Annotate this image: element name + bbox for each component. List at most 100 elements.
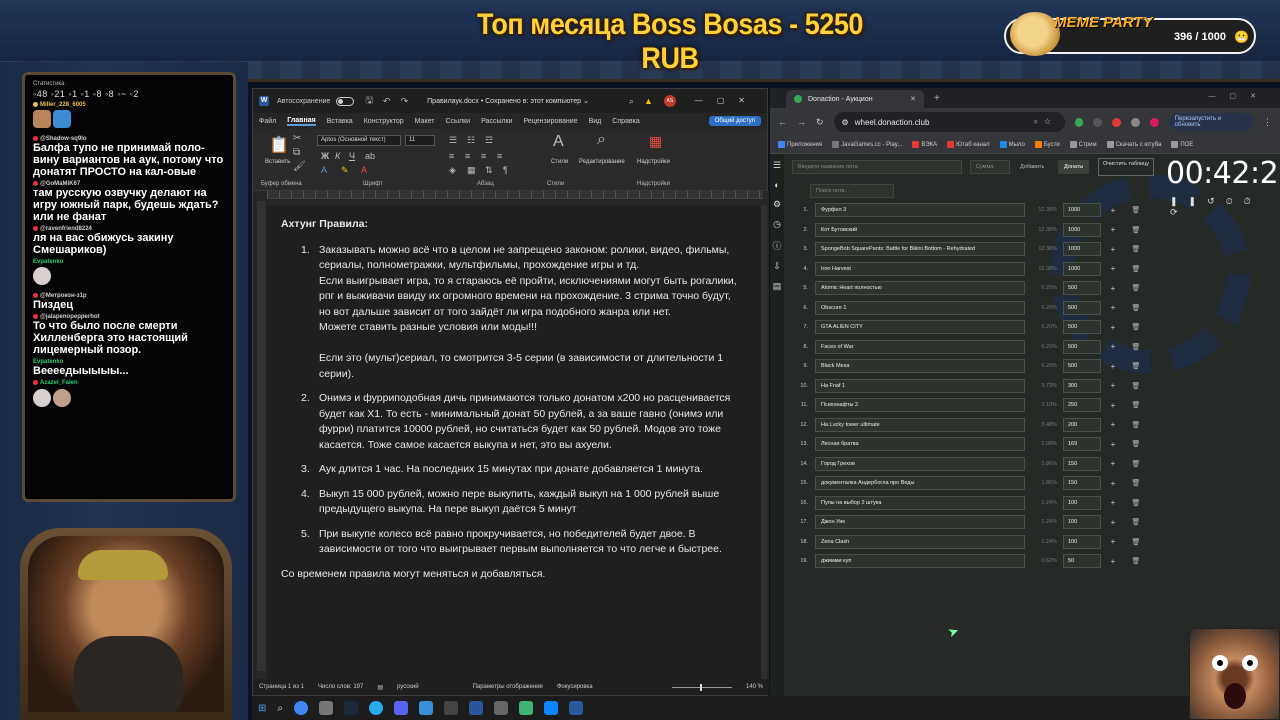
proofing-icon[interactable]: ▤ [377, 684, 383, 691]
delete-lot-icon[interactable]: 🗑 [1129, 362, 1143, 370]
lot-amount-field[interactable]: 200 [1063, 417, 1101, 432]
add-amount-icon[interactable]: + [1105, 362, 1121, 371]
lot-name-field[interactable]: Фурфел 3 [815, 203, 1025, 217]
profile-avatar[interactable] [1149, 117, 1159, 127]
lot-amount-field[interactable]: 1000 [1063, 261, 1101, 276]
list-icon[interactable]: ☰ [770, 160, 784, 171]
copy-icon[interactable]: ⧉ [293, 147, 300, 158]
download-icon[interactable]: ⇩ [770, 261, 784, 272]
lot-name-field[interactable]: Психонафты 2 [815, 398, 1025, 412]
lot-amount-field[interactable]: 500 [1063, 281, 1101, 295]
forward-icon[interactable]: → [797, 117, 806, 127]
horizontal-ruler[interactable] [267, 191, 763, 199]
app-icon[interactable] [494, 701, 508, 715]
bookmark-item[interactable]: Приложения [778, 140, 822, 148]
justify-icon[interactable]: ≡ [497, 151, 502, 161]
lot-amount-field[interactable]: 1000 [1063, 203, 1101, 217]
delete-lot-icon[interactable]: 🗑 [1129, 265, 1143, 273]
lot-amount-input[interactable]: Сумма [970, 160, 1010, 174]
lot-name-input[interactable]: Введите название лота [792, 160, 962, 174]
delete-lot-icon[interactable]: 🗑 [1129, 343, 1143, 351]
document-title[interactable]: Правилаук.docx • Сохранено в: этот компь… [427, 97, 589, 105]
underline-icon[interactable]: Ч [349, 151, 355, 161]
app-icon[interactable] [319, 701, 333, 715]
lot-amount-field[interactable]: 169 [1063, 437, 1101, 451]
lot-name-field[interactable]: На Lucky tower ultimate [815, 417, 1025, 432]
address-bar[interactable]: ⚙ wheel.donaction.club ⌕☆ [833, 112, 1065, 132]
lot-amount-field[interactable]: 300 [1063, 378, 1101, 393]
lot-name-field[interactable]: GTA ALIEN CITY [815, 320, 1025, 334]
lot-name-field[interactable]: Город Грехов [815, 456, 1025, 471]
vertical-ruler[interactable] [257, 201, 265, 671]
delete-lot-icon[interactable]: 🗑 [1129, 499, 1143, 507]
lot-amount-field[interactable]: 50 [1063, 554, 1101, 568]
status-word-count[interactable]: Число слов: 197 [318, 684, 363, 690]
add-amount-icon[interactable]: + [1105, 264, 1121, 273]
font-effects-icon[interactable]: A [321, 165, 327, 175]
delete-lot-icon[interactable]: 🗑 [1129, 206, 1143, 214]
calendar-icon[interactable]: ▤ [770, 281, 784, 292]
donates-button[interactable]: Донаты [1058, 160, 1090, 174]
lot-name-field[interactable]: документалка Андербогла про Веды [815, 476, 1025, 490]
editing-search-icon[interactable]: ⌕ [597, 131, 606, 149]
extension-icon[interactable] [1112, 117, 1122, 127]
paste-label[interactable]: Вставить [265, 159, 290, 165]
lot-name-field[interactable]: Ha Fnaf 1 [815, 378, 1025, 393]
sort-icon[interactable]: ⇅ [485, 165, 493, 176]
menu-design[interactable]: Конструктор [364, 118, 404, 125]
app-icon[interactable] [519, 701, 533, 715]
add-amount-icon[interactable]: + [1105, 459, 1121, 468]
lot-name-field[interactable]: Джон Уик [815, 515, 1025, 529]
add-time-icon[interactable]: ⏲ [1226, 196, 1244, 206]
start-icon[interactable]: ⊞ [258, 703, 266, 714]
highlight-icon[interactable]: ✎ [341, 165, 349, 176]
add-amount-icon[interactable]: + [1105, 206, 1121, 215]
pause-icon[interactable]: ❚❚ [1170, 196, 1207, 206]
chrome-window-controls[interactable]: —▢✕ [1209, 92, 1270, 100]
lot-name-field[interactable]: Лесная братва [815, 437, 1025, 451]
menu-insert[interactable]: Вставка [327, 118, 353, 125]
add-amount-icon[interactable]: + [1105, 225, 1121, 234]
info-icon[interactable]: ⓘ [770, 239, 784, 252]
zoom-level[interactable]: 140 % [746, 684, 763, 690]
delete-lot-icon[interactable]: 🗑 [1129, 382, 1143, 390]
lot-name-field[interactable]: Obscure 1 [815, 300, 1025, 315]
menu-help[interactable]: Справка [612, 118, 639, 125]
menu-view[interactable]: Вид [589, 118, 602, 125]
add-amount-icon[interactable]: + [1105, 537, 1121, 546]
pilcrow-icon[interactable]: ¶ [503, 165, 508, 175]
delete-lot-icon[interactable]: 🗑 [1129, 479, 1143, 487]
window-controls[interactable]: —▢✕ [695, 96, 759, 105]
lot-amount-field[interactable]: 150 [1063, 456, 1101, 471]
paste-icon[interactable]: 📋 [269, 135, 289, 155]
status-page[interactable]: Страница 1 из 1 [259, 684, 304, 690]
lot-amount-field[interactable]: 150 [1063, 476, 1101, 490]
search-icon[interactable]: ⌕ [629, 96, 634, 107]
add-amount-icon[interactable]: + [1105, 479, 1121, 488]
align-left-icon[interactable]: ≡ [449, 151, 454, 161]
bookmark-item[interactable]: JavaGames.cc - Play... [832, 140, 902, 148]
add-amount-icon[interactable]: + [1105, 440, 1121, 449]
add-amount-icon[interactable]: + [1105, 303, 1121, 312]
delete-lot-icon[interactable]: 🗑 [1129, 421, 1143, 429]
delete-lot-icon[interactable]: 🗑 [1129, 518, 1143, 526]
font-color-icon[interactable]: A [361, 165, 367, 175]
telegram-app-icon[interactable] [369, 701, 383, 715]
share-button[interactable]: Общий доступ [708, 116, 761, 126]
add-amount-icon[interactable]: + [1105, 381, 1121, 390]
lot-amount-field[interactable]: 1000 [1063, 242, 1101, 256]
autosave-toggle[interactable] [336, 96, 355, 106]
add-amount-icon[interactable]: + [1105, 420, 1121, 429]
lot-name-field[interactable]: Пупы на выбор 2 штука [815, 495, 1025, 510]
menu-mailings[interactable]: Рассылки [481, 118, 512, 125]
tab-donaction[interactable]: Donaction - Аукцион ✕ [786, 90, 924, 108]
lot-search-input[interactable]: Поиск лота... [810, 184, 894, 198]
lot-amount-field[interactable]: 500 [1063, 359, 1101, 373]
numbering-icon[interactable]: ☷ [467, 135, 475, 146]
save-icon[interactable]: 🖫 [365, 93, 373, 109]
lot-name-field[interactable]: Zena Clash [815, 534, 1025, 549]
lot-name-field[interactable]: Faces of War [815, 339, 1025, 354]
menu-home[interactable]: Главная [287, 117, 316, 126]
add-lot-button[interactable]: Добавить [1014, 160, 1050, 174]
repeat-icon[interactable]: ⟳ [1170, 207, 1189, 217]
